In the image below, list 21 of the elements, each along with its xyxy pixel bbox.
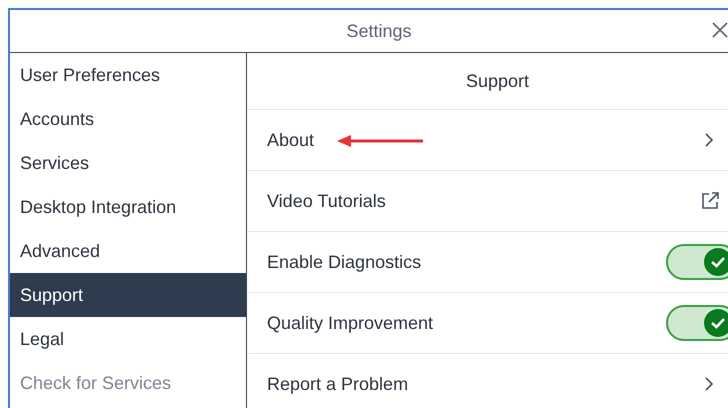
window-title: Settings xyxy=(346,20,412,42)
sidebar-item[interactable]: Legal xyxy=(10,317,246,361)
setting-label[interactable]: Video Tutorials xyxy=(267,190,700,212)
setting-label[interactable]: About xyxy=(267,130,704,150)
sidebar-item[interactable]: User Preferences xyxy=(10,53,246,97)
toggle-switch[interactable] xyxy=(666,305,728,341)
external-link-icon xyxy=(700,191,720,211)
sidebar-item[interactable]: Accounts xyxy=(10,97,246,141)
setting-label[interactable]: Enable Diagnostics xyxy=(267,252,666,272)
sidebar-item[interactable]: Services xyxy=(10,141,246,185)
chevron-icon xyxy=(704,132,714,148)
arrow-icon xyxy=(335,134,425,148)
setting-label[interactable]: Report a Problem xyxy=(267,374,704,394)
setting-label[interactable]: Quality Improvement xyxy=(267,312,666,334)
sidebar-item[interactable]: Advanced xyxy=(10,229,246,273)
toggle-switch[interactable] xyxy=(666,244,728,280)
chevron-icon xyxy=(704,376,714,392)
sidebar-item[interactable]: Desktop Integration xyxy=(10,185,246,229)
close-icon[interactable] xyxy=(712,22,728,38)
panel-title: Support xyxy=(466,70,530,92)
sidebar-item[interactable]: Support xyxy=(10,273,246,317)
